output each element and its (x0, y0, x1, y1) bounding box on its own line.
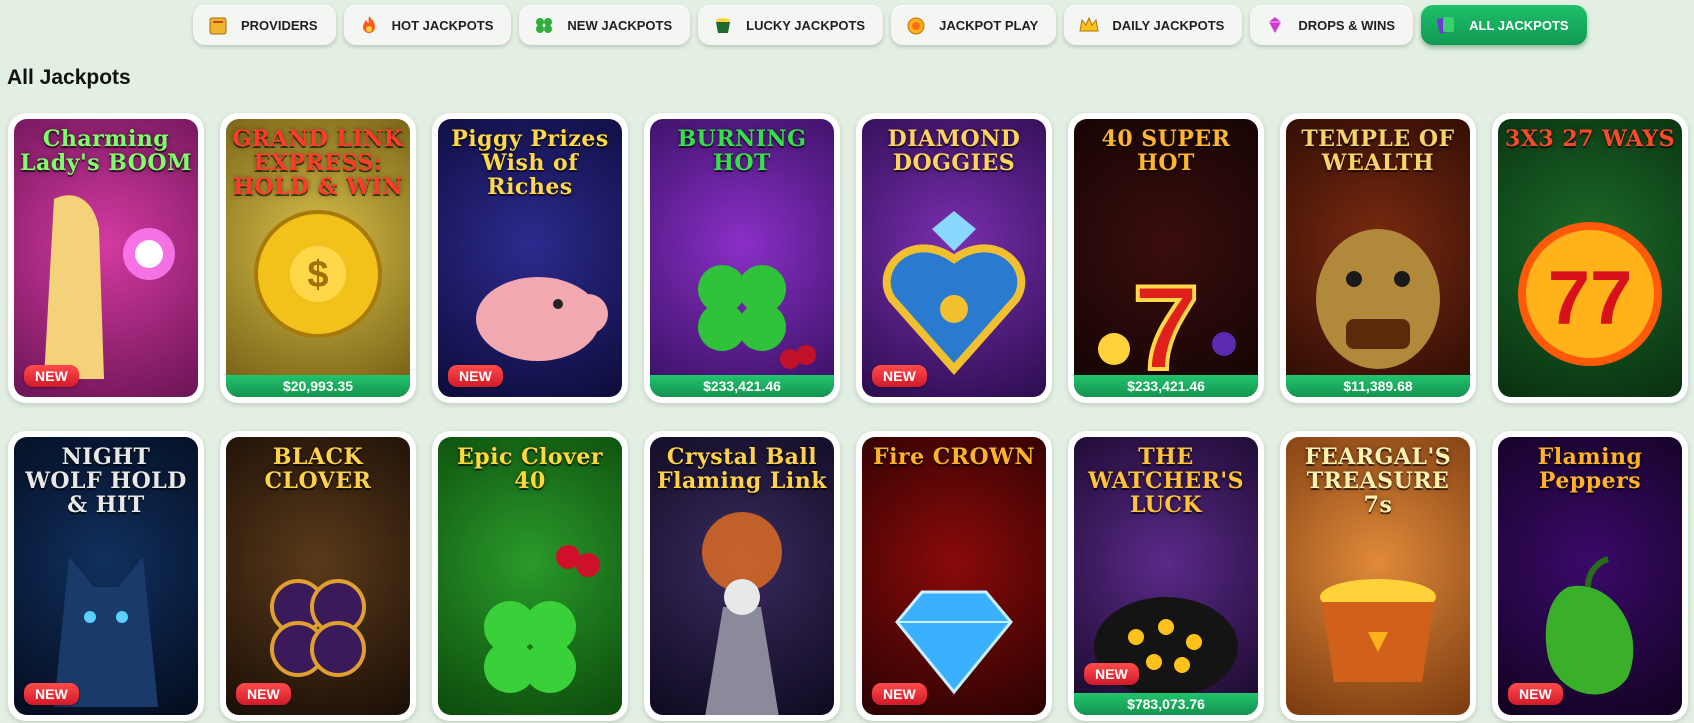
game-logo-title: Piggy Prizes Wish of Riches (451, 126, 609, 200)
game-thumbnail: Fire CROWN NEW (862, 437, 1046, 715)
new-badge: NEW (872, 683, 927, 705)
game-logo-title: 3X3 27 WAYS (1505, 126, 1675, 152)
game-card[interactable]: DIAMOND DOGGIES NEW (856, 113, 1052, 403)
tab-label: LUCKY JACKPOTS (746, 17, 866, 33)
double-seven-icon: 77 (1518, 222, 1662, 366)
game-card[interactable]: NIGHT WOLF HOLD & HIT NEW (8, 431, 204, 721)
tab-drops-wins[interactable]: DROPS & WINS (1250, 5, 1414, 45)
gem-icon (1262, 12, 1288, 38)
pot-of-gold-icon (710, 12, 736, 38)
game-thumbnail: Flaming Peppers NEW (1498, 437, 1682, 715)
tab-label: NEW JACKPOTS (567, 17, 673, 33)
game-thumbnail: TEMPLE OF WEALTH $11,389.68 (1286, 119, 1470, 397)
new-badge: NEW (1084, 663, 1139, 685)
clover-icon (531, 12, 557, 38)
tab-daily-jackpots[interactable]: DAILY JACKPOTS (1064, 5, 1243, 45)
game-thumbnail: BLACK CLOVER NEW (226, 437, 410, 715)
tab-label: ALL JACKPOTS (1469, 17, 1569, 33)
new-badge: NEW (872, 365, 927, 387)
game-logo-title: Flaming Peppers (1537, 444, 1643, 494)
book-icon (205, 12, 231, 38)
game-card[interactable]: Charming Lady's BOOM NEW (8, 113, 204, 403)
page-title: All Jackpots (7, 66, 131, 89)
flame-icon (356, 12, 382, 38)
svg-text:77: 77 (1548, 256, 1633, 341)
jackpot-category-tabs: PROVIDERS HOT JACKPOTS NEW JACKPOTS LUCKY J… (193, 5, 1587, 49)
game-card[interactable]: TEMPLE OF WEALTH $11,389.68 (1280, 113, 1476, 403)
game-thumbnail: $ GRAND LINK EXPRESS: HOLD & WIN $20,993.3… (226, 119, 410, 397)
game-thumbnail: BURNING HOT $233,421.46 (650, 119, 834, 397)
game-thumbnail: Epic Clover 40 (438, 437, 622, 715)
game-thumbnail: THE WATCHER'S LUCK $783,073.76 NEW (1074, 437, 1258, 715)
tab-label: HOT JACKPOTS (391, 17, 494, 33)
game-thumbnail: Charming Lady's BOOM NEW (14, 119, 198, 397)
svg-text:$: $ (307, 254, 328, 296)
new-badge: NEW (236, 683, 291, 705)
game-card[interactable]: Crystal Ball Flaming Link (644, 431, 840, 721)
game-card[interactable]: FEARGAL'S TREASURE 7s (1280, 431, 1476, 721)
tab-label: DROPS & WINS (1298, 17, 1396, 33)
game-logo-title: NIGHT WOLF HOLD & HIT (25, 444, 187, 518)
tab-label: JACKPOT PLAY (939, 17, 1039, 33)
game-thumbnail: FEARGAL'S TREASURE 7s (1286, 437, 1470, 715)
game-thumbnail: Piggy Prizes Wish of Riches NEW (438, 119, 622, 397)
game-card[interactable]: Epic Clover 40 (432, 431, 628, 721)
game-thumbnail: Crystal Ball Flaming Link (650, 437, 834, 715)
game-logo-title: 40 SUPER HOT (1101, 126, 1231, 176)
cards-icon (1433, 12, 1459, 38)
game-thumbnail: NIGHT WOLF HOLD & HIT NEW (14, 437, 198, 715)
coin-icon (903, 12, 929, 38)
game-card[interactable]: Piggy Prizes Wish of Riches NEW (432, 113, 628, 403)
game-logo-title: BURNING HOT (677, 126, 807, 176)
tab-providers[interactable]: PROVIDERS (193, 5, 336, 45)
jackpot-amount: $20,993.35 (226, 375, 410, 397)
game-logo-title: BLACK CLOVER (264, 444, 372, 494)
game-thumbnail: DIAMOND DOGGIES NEW (862, 119, 1046, 397)
game-thumbnail: 7 40 SUPER HOT $233,421.46 (1074, 119, 1258, 397)
jackpot-amount: $783,073.76 (1074, 693, 1258, 715)
tab-label: DAILY JACKPOTS (1112, 17, 1225, 33)
tab-lucky-jackpots[interactable]: LUCKY JACKPOTS (698, 5, 884, 45)
crown-icon (1076, 12, 1102, 38)
game-card[interactable]: BLACK CLOVER NEW (220, 431, 416, 721)
new-badge: NEW (24, 365, 79, 387)
diamond-icon (895, 590, 1013, 695)
jackpot-amount: $233,421.46 (1074, 375, 1258, 397)
game-logo-title: Charming Lady's BOOM (20, 126, 192, 176)
game-logo-title: Epic Clover 40 (457, 444, 603, 494)
tab-jackpot-play[interactable]: JACKPOT PLAY (891, 5, 1057, 45)
game-grid: Charming Lady's BOOM NEW $ GRAND LINK EXPRE… (8, 113, 1688, 721)
game-card[interactable]: 7 40 SUPER HOT $233,421.46 (1068, 113, 1264, 403)
tab-new-jackpots[interactable]: NEW JACKPOTS (519, 5, 691, 45)
new-badge: NEW (448, 365, 503, 387)
game-logo-title: DIAMOND DOGGIES (887, 126, 1021, 176)
game-logo-title: THE WATCHER'S LUCK (1087, 444, 1244, 518)
tab-label: PROVIDERS (241, 17, 318, 33)
new-badge: NEW (24, 683, 79, 705)
game-card[interactable]: BURNING HOT $233,421.46 (644, 113, 840, 403)
jackpot-amount: $233,421.46 (650, 375, 834, 397)
game-logo-title: FEARGAL'S TREASURE 7s (1304, 444, 1452, 518)
new-badge: NEW (1508, 683, 1563, 705)
game-logo-title: TEMPLE OF WEALTH (1301, 126, 1455, 176)
game-card[interactable]: Flaming Peppers NEW (1492, 431, 1688, 721)
game-card[interactable]: Fire CROWN NEW (856, 431, 1052, 721)
game-logo-title: Crystal Ball Flaming Link (657, 444, 827, 494)
jackpot-amount: $11,389.68 (1286, 375, 1470, 397)
game-card[interactable]: $ GRAND LINK EXPRESS: HOLD & WIN $20,993.3… (220, 113, 416, 403)
tab-all-jackpots[interactable]: ALL JACKPOTS (1421, 5, 1587, 45)
game-thumbnail: 77 3X3 27 WAYS (1498, 119, 1682, 397)
game-card[interactable]: THE WATCHER'S LUCK $783,073.76 NEW (1068, 431, 1264, 721)
game-logo-title: Fire CROWN (873, 444, 1035, 470)
tab-hot-jackpots[interactable]: HOT JACKPOTS (343, 5, 512, 45)
game-logo-title: GRAND LINK EXPRESS: HOLD & WIN (232, 126, 404, 200)
game-card[interactable]: 77 3X3 27 WAYS (1492, 113, 1688, 403)
